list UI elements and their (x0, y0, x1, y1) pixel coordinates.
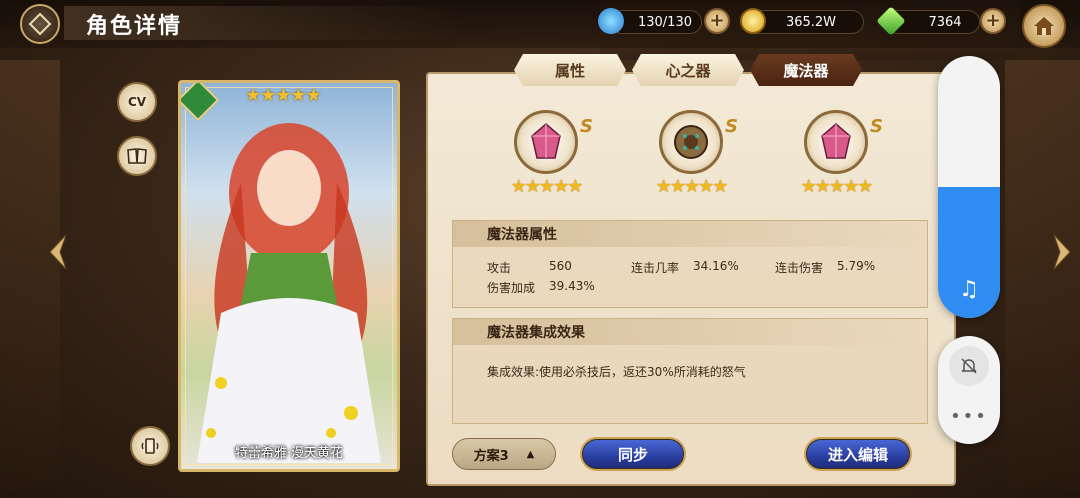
artifact-stars: ★★★★★ (800, 176, 874, 197)
character-name: 特蕾希雅·漫天黄花 (234, 446, 344, 461)
card-frame (185, 87, 393, 465)
gold-coin-icon (740, 8, 766, 34)
prev-character-button[interactable] (44, 232, 74, 272)
magic-attributes-section: 魔法器属性 攻击 560 连击几率 34.16% 连击伤害 5.79% 伤害加成… (452, 220, 928, 308)
tab-label: 魔法器 (783, 61, 829, 80)
cv-button[interactable]: CV (117, 82, 157, 122)
tab-magic-device[interactable]: 魔法器 (750, 54, 862, 86)
section-heading: 魔法器属性 (453, 221, 927, 247)
music-note-icon: ♫ (959, 277, 979, 302)
pink-crystal-icon (804, 110, 868, 174)
swap-card-icon (141, 438, 159, 454)
home-button[interactable] (1022, 4, 1066, 48)
home-icon (1034, 17, 1054, 35)
back-button[interactable] (20, 4, 60, 44)
story-book-button[interactable] (117, 136, 157, 176)
tab-attributes[interactable]: 属性 (514, 54, 626, 86)
tab-label: 心之器 (665, 61, 711, 80)
attr-label: 连击伤害 (775, 261, 824, 275)
add-energy-button[interactable]: + (704, 8, 730, 34)
artifact-grade: S (580, 116, 593, 137)
book-icon (127, 148, 147, 164)
attr-value: 34.16% (693, 259, 739, 273)
attr-value: 560 (549, 259, 572, 273)
attr-value: 5.79% (837, 259, 876, 273)
next-character-button[interactable] (1046, 232, 1076, 272)
artifact-stars: ★★★★★ (655, 176, 729, 197)
tab-heart-device[interactable]: 心之器 (632, 54, 744, 86)
more-options-icon[interactable]: ••• (938, 406, 1000, 427)
set-effect-text: 集成效果:使用必杀技后，返还30%所消耗的怒气 (487, 365, 746, 379)
gem-value: 7364 (928, 14, 962, 30)
volume-slider[interactable]: ♫ (938, 56, 1000, 318)
artifact-slots: S ★★★★★ S ★★★★★ S ★★★★★ (500, 110, 883, 200)
back-diamond-icon (28, 12, 52, 36)
plan-label: 方案3 (473, 448, 509, 464)
tab-label: 属性 (554, 61, 585, 80)
attribute-list: 攻击 560 连击几率 34.16% 连击伤害 5.79% 伤害加成 39.43… (453, 247, 927, 305)
energy-value: 130/130 (637, 14, 692, 30)
bell-off-icon (961, 358, 977, 374)
artifact-stars: ★★★★★ (510, 176, 584, 197)
caret-up-icon: ▲ (526, 448, 535, 460)
set-effect-section: 魔法器集成效果 集成效果:使用必杀技后，返还30%所消耗的怒气 (452, 318, 928, 424)
character-card[interactable]: ★★★★★ 特蕾希雅·漫天黄花 (178, 80, 400, 472)
volume-options-panel: ••• (938, 336, 1000, 444)
cv-label: CV (127, 95, 147, 109)
water-drop-icon (598, 8, 624, 34)
page-title: 角色详情 (86, 14, 183, 39)
detail-tabs: 属性 心之器 魔法器 (514, 54, 862, 88)
gold-value: 365.2W (785, 14, 837, 30)
mute-bell-button[interactable] (949, 346, 989, 386)
attr-label: 连击几率 (631, 261, 680, 275)
chevron-right-icon (1053, 234, 1071, 270)
edit-label: 进入编辑 (827, 445, 888, 464)
pink-crystal-icon (514, 110, 578, 174)
attr-label: 伤害加成 (487, 281, 536, 295)
sync-button[interactable]: 同步 (580, 437, 686, 471)
card-rarity-stars: ★★★★★ (245, 85, 322, 106)
bronze-orb-icon (659, 110, 723, 174)
artifact-grade: S (725, 116, 738, 137)
chevron-left-icon (49, 234, 67, 270)
plan-select[interactable]: 方案3 ▲ (452, 438, 556, 470)
artifact-grade: S (870, 116, 883, 137)
enter-edit-button[interactable]: 进入编辑 (804, 437, 912, 471)
section-heading: 魔法器集成效果 (453, 319, 927, 345)
sync-label: 同步 (617, 445, 648, 464)
switch-card-button[interactable] (130, 426, 170, 466)
attr-label: 攻击 (487, 261, 512, 275)
add-gem-button[interactable]: + (980, 8, 1006, 34)
attr-value: 39.43% (549, 279, 595, 293)
top-bar: 角色详情 130/130 + 365.2W 7364 + (0, 0, 1080, 48)
